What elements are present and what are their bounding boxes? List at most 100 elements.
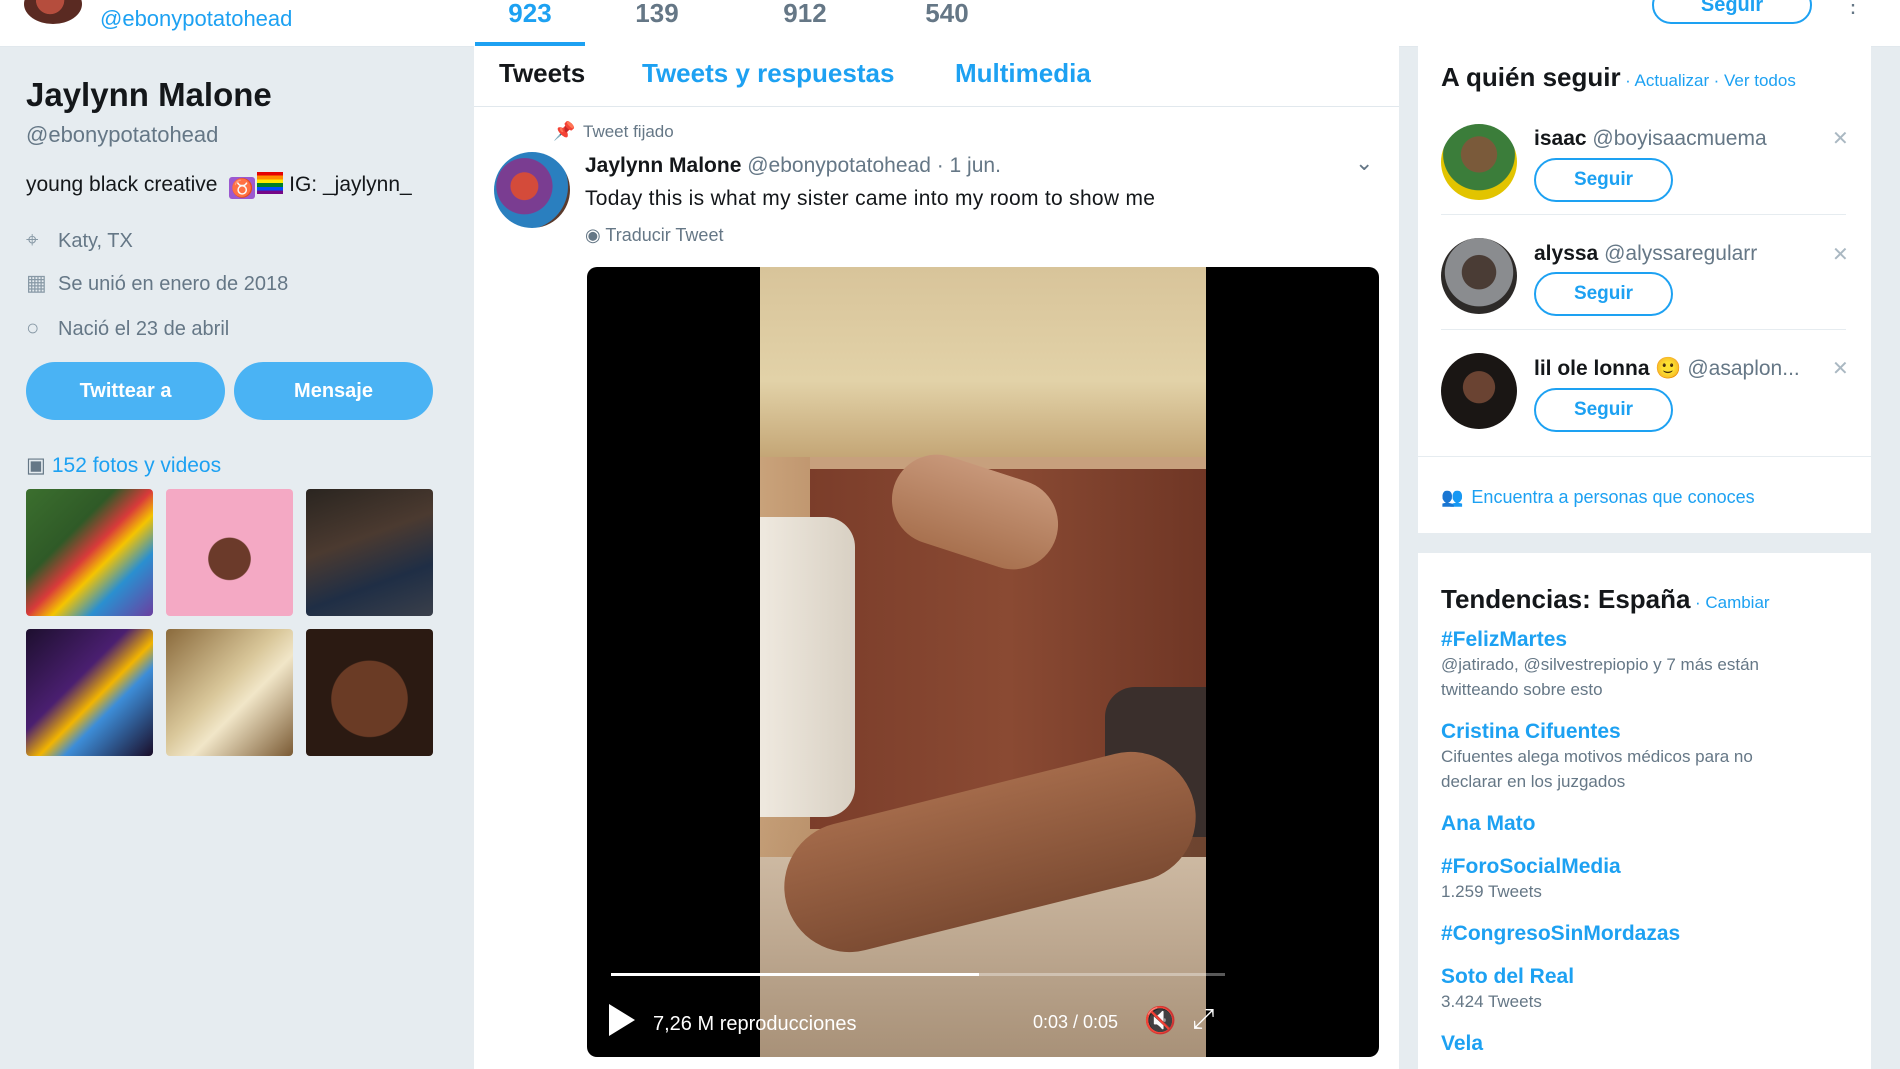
stat-following[interactable]: 139 [602, 0, 712, 46]
media-thumbnail[interactable] [166, 489, 293, 616]
tweet-author-handle[interactable]: @ebonypotatohead [747, 154, 931, 177]
video-frame-toilet [760, 517, 855, 817]
suggestion-name: lil ole lonna [1534, 357, 1650, 380]
change-location-link[interactable]: · Cambiar [1695, 593, 1770, 612]
tweet-author-avatar[interactable] [494, 152, 570, 228]
follow-suggestion-button[interactable]: Seguir [1534, 388, 1673, 432]
trend-name: #FelizMartes [1441, 628, 1568, 651]
suggestion-avatar[interactable] [1441, 124, 1517, 200]
trend-name: Vela [1441, 1032, 1484, 1055]
trend-tweet-count: 3.424 Tweets [1441, 992, 1542, 1011]
joined-text: Se unió en enero de 2018 [58, 273, 289, 295]
profile-birthday: ○ Nació el 23 de abril [26, 315, 229, 341]
message-button[interactable]: Mensaje [234, 362, 433, 420]
trend-tweet-count: 1.259 Tweets [1441, 882, 1542, 901]
trend-item[interactable]: Ana Mato [1441, 812, 1536, 836]
find-people-label: Encuentra a personas que conoces [1471, 487, 1755, 507]
trend-description: @jatirado, @silvestrepiopio y 7 más está… [1441, 655, 1759, 674]
suggestion-user[interactable]: alyssa @alyssaregularr [1534, 242, 1757, 266]
tweet-to-button[interactable]: Twittear a [26, 362, 225, 420]
follow-suggestion-button[interactable]: Seguir [1534, 272, 1673, 316]
view-all-link[interactable]: · Ver todos [1714, 71, 1796, 90]
who-to-follow-header: A quién seguir · Actualizar · Ver todos [1441, 62, 1796, 93]
dismiss-icon[interactable]: ✕ [1832, 242, 1849, 267]
tweet-text: Today this is what my sister came into m… [585, 187, 1156, 210]
video-frame [760, 267, 1210, 1057]
suggestion-avatar[interactable] [1441, 238, 1517, 314]
trend-item[interactable]: Cristina Cifuentes Cifuentes alega motiv… [1441, 720, 1753, 794]
trend-name: Ana Mato [1441, 812, 1536, 835]
location-text: Katy, TX [58, 230, 133, 252]
photos-videos-link[interactable]: ▣ 152 fotos y videos [26, 453, 221, 478]
tweet-header: Jaylynn Malone @ebonypotatohead · 1 jun. [585, 154, 1001, 178]
trend-name: Soto del Real [1441, 965, 1575, 988]
chevron-down-icon[interactable]: ⌄ [1355, 150, 1373, 176]
profile-handle: @ebonypotatohead [26, 122, 219, 147]
bio-text: young black creative [26, 173, 218, 196]
who-to-follow-title: A quién seguir [1441, 62, 1621, 92]
suggestion-handle: @alyssaregularr [1604, 242, 1758, 265]
location-pin-icon: ⌖ [26, 227, 39, 252]
trend-name: #ForoSocialMedia [1441, 855, 1621, 878]
dismiss-icon[interactable]: ✕ [1832, 356, 1849, 381]
stat-followers[interactable]: 912 [750, 0, 860, 46]
tweet-author-name[interactable]: Jaylynn Malone [585, 154, 741, 177]
trend-item[interactable]: Vela [1441, 1032, 1483, 1056]
follow-button[interactable]: Seguir [1652, 0, 1812, 24]
follow-suggestion-button[interactable]: Seguir [1534, 158, 1673, 202]
stat-likes[interactable]: 540 [892, 0, 1002, 46]
bio-ig: IG: _jaylynn_ [289, 173, 412, 196]
trend-item[interactable]: Soto del Real 3.424 Tweets [1441, 965, 1574, 1014]
pinned-label: Tweet fijado [583, 122, 674, 141]
media-thumbnail[interactable] [306, 489, 433, 616]
trend-description: declarar en los juzgados [1441, 772, 1626, 791]
taurus-emoji-icon: ♉ [229, 177, 256, 199]
profile-name: Jaylynn Malone [26, 76, 272, 113]
divider [1418, 456, 1871, 457]
mute-icon[interactable]: 🔇 [1144, 1005, 1176, 1036]
divider [1441, 329, 1846, 330]
birthday-text: Nació el 23 de abril [58, 318, 230, 340]
media-thumbnail[interactable] [26, 629, 153, 756]
refresh-link[interactable]: · Actualizar [1625, 71, 1709, 90]
profile-bio: young black creative ♉ IG: _jaylynn_ [26, 172, 412, 199]
video-player[interactable]: 7,26 M reproducciones 0:03 / 0:05 🔇 ⤢ [587, 267, 1379, 1057]
video-time: 0:03 / 0:05 [1033, 1012, 1119, 1032]
timeline-tabs [474, 46, 1399, 107]
trend-name: #CongresoSinMordazas [1441, 922, 1681, 945]
suggestion-handle: @asaplon... [1687, 357, 1800, 380]
tweet-date[interactable]: · 1 jun. [937, 154, 1001, 177]
calendar-icon: ▦ [26, 270, 47, 295]
video-progress-bar[interactable] [611, 973, 1225, 976]
divider [1441, 214, 1846, 215]
tab-tweets-replies[interactable]: Tweets y respuestas [642, 58, 894, 89]
trend-item[interactable]: #CongresoSinMordazas [1441, 922, 1680, 946]
trend-item[interactable]: #FelizMartes @jatirado, @silvestrepiopio… [1441, 628, 1759, 702]
pin-icon: 📌 [553, 121, 576, 141]
smiley-emoji-icon: 🙂 [1655, 357, 1682, 380]
tab-media[interactable]: Multimedia [955, 58, 1091, 89]
play-icon[interactable] [609, 1004, 635, 1036]
trend-item[interactable]: #ForoSocialMedia 1.259 Tweets [1441, 855, 1621, 904]
trend-name: Cristina Cifuentes [1441, 720, 1621, 743]
video-progress-fill [611, 973, 980, 976]
suggestion-user[interactable]: isaac @boyisaacmuema [1534, 127, 1767, 151]
dismiss-icon[interactable]: ✕ [1832, 126, 1849, 151]
image-icon: ▣ [26, 454, 46, 477]
profile-location: ⌖ Katy, TX [26, 227, 133, 253]
media-thumbnail[interactable] [26, 489, 153, 616]
translate-tweet-link[interactable]: ◉ Traducir Tweet [585, 225, 723, 246]
photos-videos-label: 152 fotos y videos [51, 454, 222, 477]
suggestion-user[interactable]: lil ole lonna 🙂 @asaplon... [1534, 357, 1800, 381]
fullscreen-icon[interactable]: ⤢ [1192, 1003, 1214, 1036]
tab-tweets[interactable]: Tweets [499, 58, 585, 89]
media-thumbnail[interactable] [166, 629, 293, 756]
trends-title: Tendencias: España [1441, 584, 1691, 614]
globe-icon: ◉ [585, 225, 601, 245]
find-people-link[interactable]: 👥 Encuentra a personas que conoces [1441, 487, 1755, 508]
header-handle[interactable]: @ebonypotatohead [100, 6, 292, 32]
stat-tweets[interactable]: 923 [475, 0, 585, 46]
more-options-icon[interactable]: ⋮ [1842, 0, 1864, 16]
media-thumbnail[interactable] [306, 629, 433, 756]
suggestion-avatar[interactable] [1441, 353, 1517, 429]
